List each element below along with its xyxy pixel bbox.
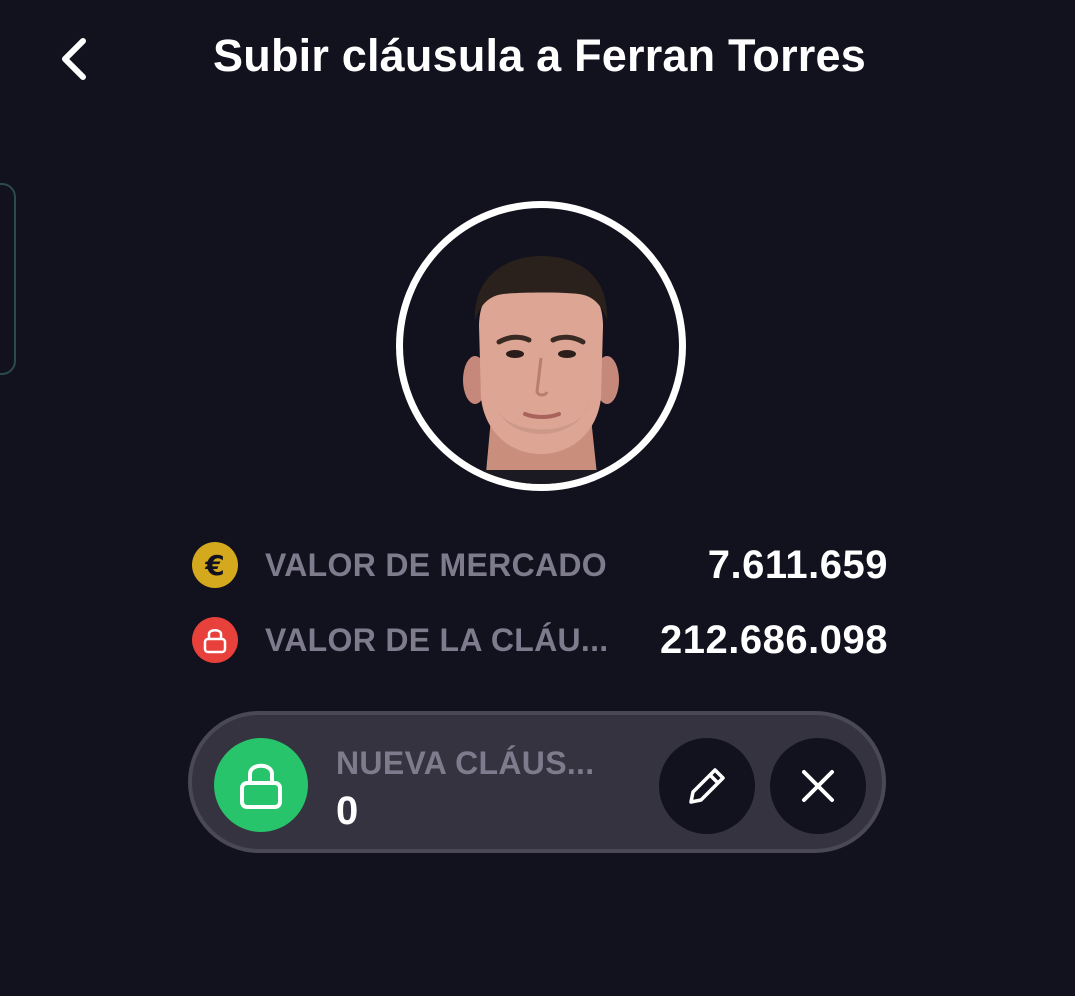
edit-clause-button[interactable] [659, 738, 755, 834]
clause-value-amount: 212.686.098 [660, 617, 888, 662]
market-value-label: VALOR DE MERCADO [265, 546, 607, 583]
page-title: Subir cláusula a Ferran Torres [213, 30, 866, 81]
pencil-icon [689, 768, 725, 804]
new-clause-value[interactable]: 0 [336, 789, 358, 834]
player-stats: € VALOR DE MERCADO 7.611.659 VALOR DE LA… [192, 536, 888, 686]
clause-screen: Subir cláusula a Ferran Torres € VALOR D… [0, 0, 1075, 996]
clear-clause-button[interactable] [770, 738, 866, 834]
player-avatar [396, 201, 686, 491]
clause-value-row: VALOR DE LA CLÁU... 212.686.098 [192, 611, 888, 669]
player-portrait-icon [463, 256, 619, 484]
lock-icon [192, 617, 238, 663]
market-value-row: € VALOR DE MERCADO 7.611.659 [192, 536, 888, 594]
close-icon [802, 770, 834, 802]
market-value-amount: 7.611.659 [707, 542, 888, 587]
new-clause-label: NUEVA CLÁUS... [336, 745, 595, 781]
new-clause-control: NUEVA CLÁUS... 0 [188, 711, 886, 853]
euro-icon: € [192, 542, 238, 588]
side-panel-edge[interactable] [0, 183, 16, 375]
lock-open-icon [214, 738, 308, 832]
clause-value-label: VALOR DE LA CLÁU... [265, 621, 609, 658]
